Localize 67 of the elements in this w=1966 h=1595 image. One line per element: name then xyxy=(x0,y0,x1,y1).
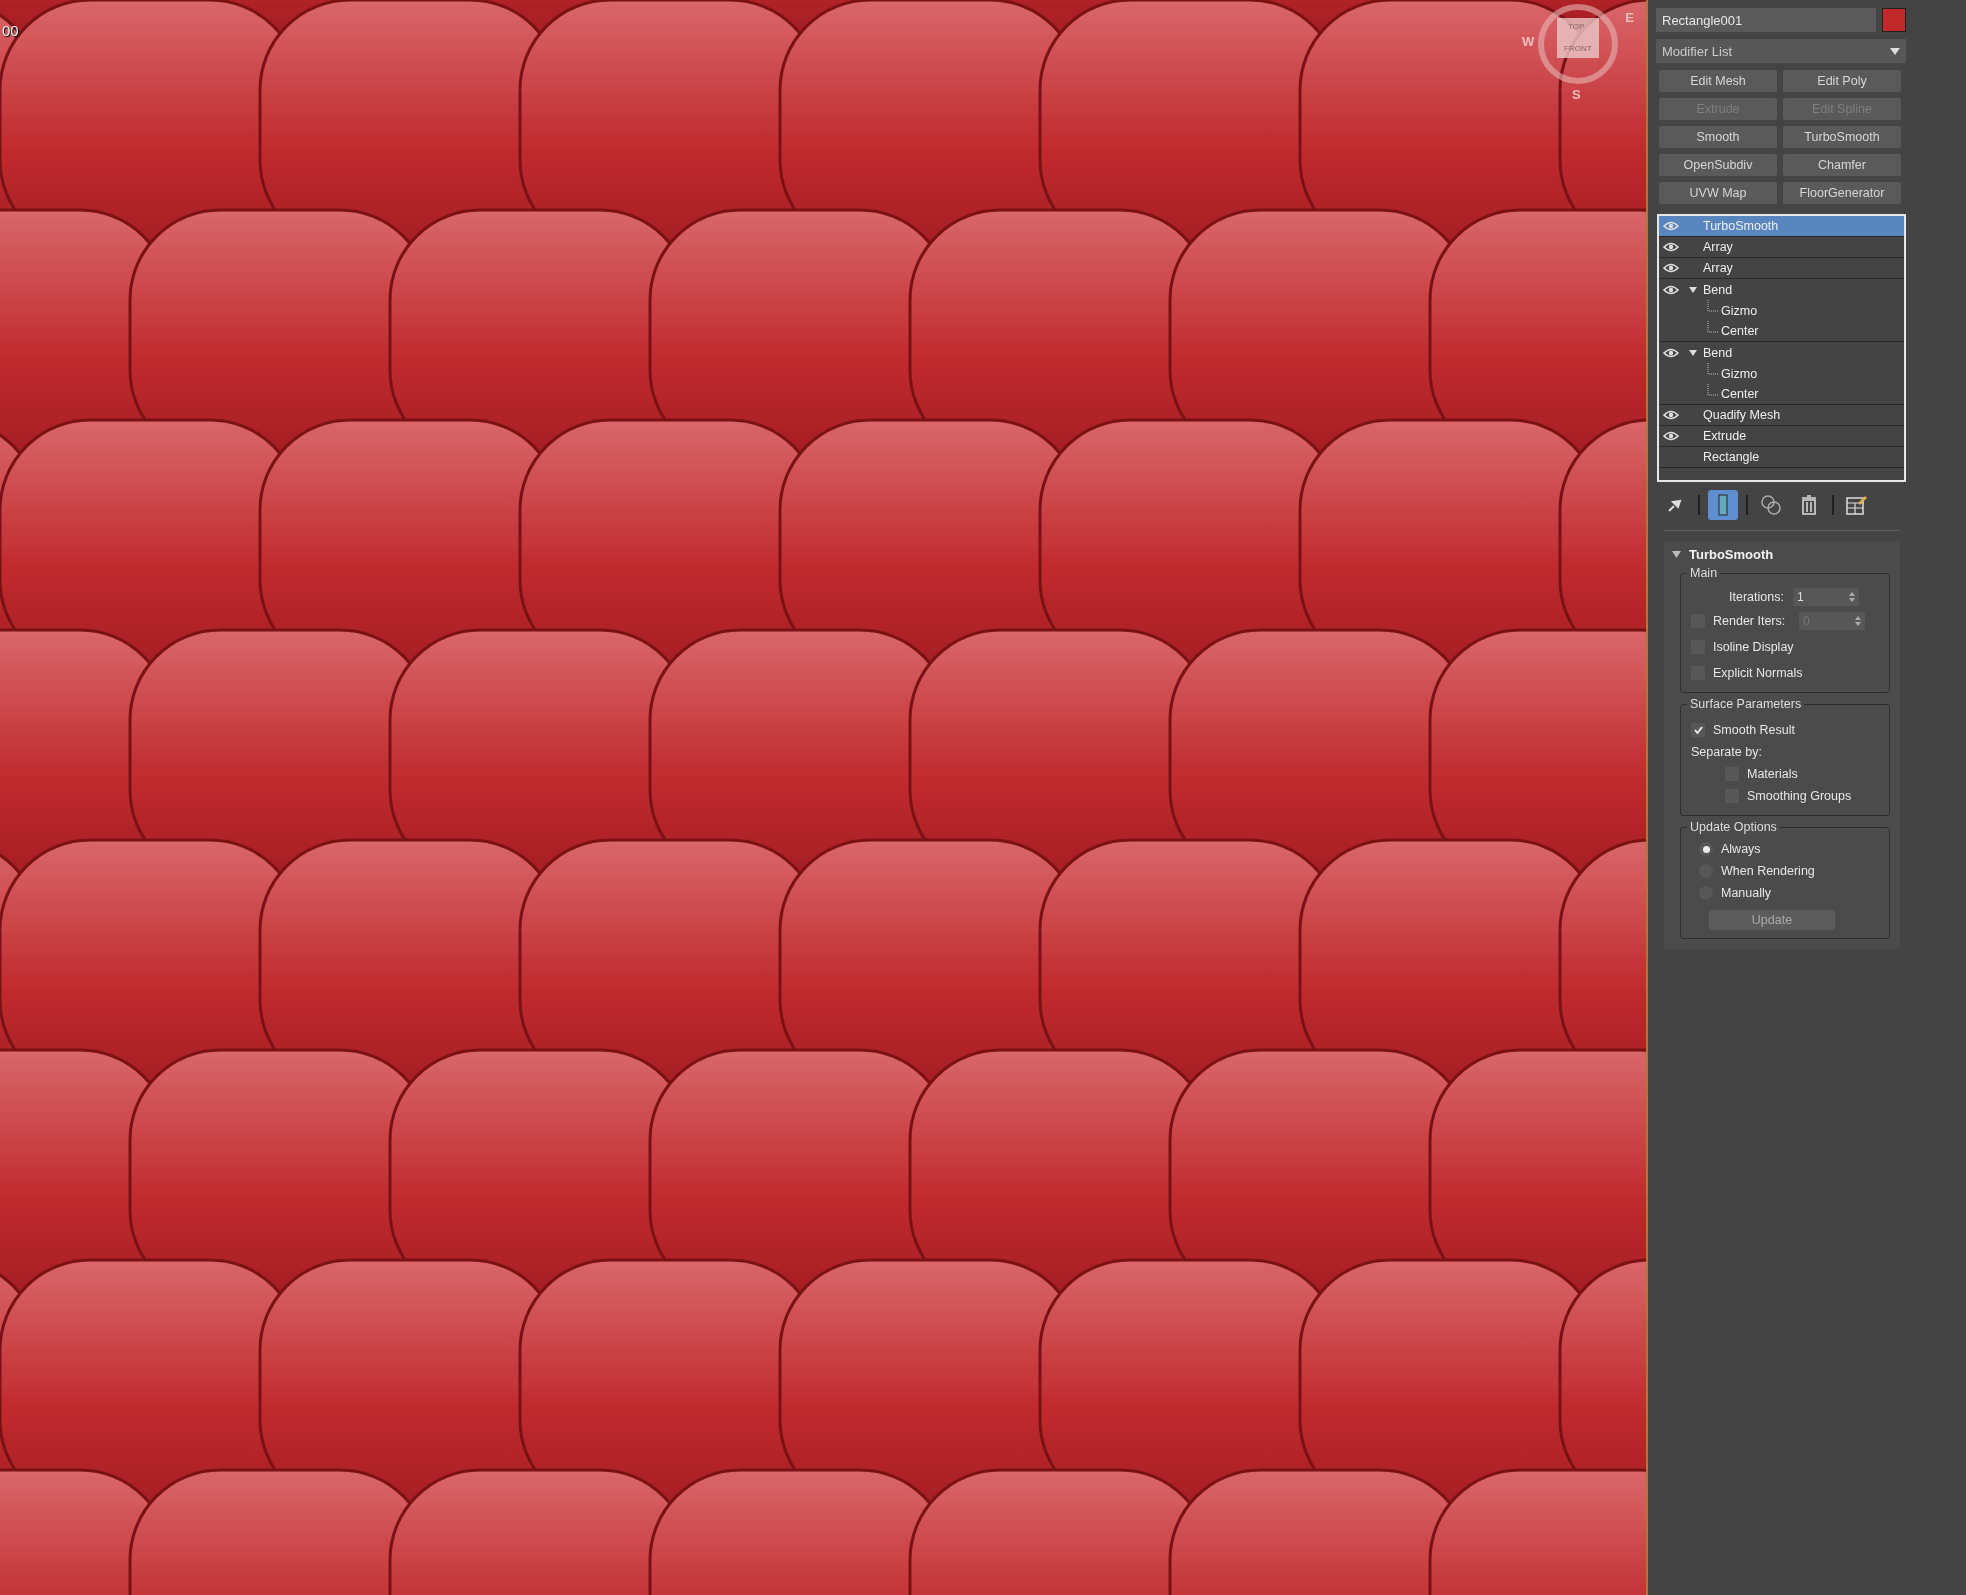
group-title: Main xyxy=(1689,566,1719,580)
stack-sub-row[interactable]: Center xyxy=(1659,321,1904,342)
modifier-button[interactable]: OpenSubdiv xyxy=(1659,154,1777,176)
checkbox-label: Materials xyxy=(1747,767,1798,781)
cube-face-label: FRONT xyxy=(1564,44,1592,53)
field-label: Iterations: xyxy=(1729,590,1785,604)
tree-connector xyxy=(1707,300,1719,312)
caret-icon xyxy=(1890,47,1900,55)
stack-sub-row[interactable]: Gizmo xyxy=(1659,300,1904,321)
collapse-triangle-icon[interactable] xyxy=(1672,550,1681,559)
stack-row[interactable]: Extrude xyxy=(1659,426,1904,447)
stack-row[interactable]: Array xyxy=(1659,237,1904,258)
group-title: Surface Parameters xyxy=(1689,697,1803,711)
modifier-list-dropdown[interactable]: Modifier List xyxy=(1656,39,1906,63)
checkmark-icon xyxy=(1693,726,1703,734)
stack-row[interactable]: Bend xyxy=(1659,279,1904,300)
stack-sub-row[interactable]: Gizmo xyxy=(1659,363,1904,384)
spinner-field[interactable]: 1 xyxy=(1793,588,1859,606)
modifier-button[interactable]: Edit Poly xyxy=(1783,70,1901,92)
eye-icon[interactable] xyxy=(1663,242,1679,252)
stack-row[interactable]: Bend xyxy=(1659,342,1904,363)
checkbox-label: Explicit Normals xyxy=(1713,666,1803,680)
stack-row[interactable]: Array xyxy=(1659,258,1904,279)
eye-icon[interactable] xyxy=(1663,263,1679,273)
trash-icon xyxy=(1801,495,1817,515)
compass-label: S xyxy=(1572,87,1581,102)
configure-icon xyxy=(1846,495,1868,515)
checkbox-label: Smoothing Groups xyxy=(1747,789,1852,803)
spheres-icon xyxy=(1760,494,1782,516)
viewport-stats-text: 00 xyxy=(2,22,19,39)
modifier-button[interactable]: UVW Map xyxy=(1659,182,1777,204)
compass-label: W xyxy=(1522,34,1535,49)
object-name-field[interactable]: Rectangle001 xyxy=(1656,8,1876,32)
tree-connector xyxy=(1707,321,1719,333)
tree-connector xyxy=(1707,384,1719,396)
eye-icon[interactable] xyxy=(1663,347,1679,358)
radio-label: Manually xyxy=(1721,886,1772,900)
expand-triangle-icon[interactable] xyxy=(1689,285,1697,294)
expand-triangle-icon[interactable] xyxy=(1689,348,1697,357)
group-title: Update Options xyxy=(1689,820,1778,834)
field-label: Render Iters: xyxy=(1713,614,1787,628)
radio-label: When Rendering xyxy=(1721,864,1815,878)
stack-row[interactable]: Rectangle xyxy=(1659,447,1904,468)
stack-sub-row[interactable]: Center xyxy=(1659,384,1904,405)
eye-icon[interactable] xyxy=(1663,410,1679,420)
eye-icon[interactable] xyxy=(1663,431,1679,441)
eye-icon[interactable] xyxy=(1663,284,1679,295)
modifier-button[interactable]: TurboSmooth xyxy=(1783,126,1901,148)
rollout-header[interactable]: TurboSmooth xyxy=(1664,547,1782,562)
modifier-button[interactable]: Edit Mesh xyxy=(1659,70,1777,92)
radio-label: Always xyxy=(1721,842,1761,856)
radio-button[interactable] xyxy=(1699,842,1713,856)
modifier-button[interactable]: Smooth xyxy=(1659,126,1777,148)
checkbox[interactable] xyxy=(1691,723,1705,737)
spinner-arrows-icon[interactable] xyxy=(1849,592,1855,602)
compass-label: E xyxy=(1625,10,1634,25)
checkbox-label: Smooth Result xyxy=(1713,723,1795,737)
modifier-button[interactable]: Chamfer xyxy=(1783,154,1901,176)
checkbox-label: Isoline Display xyxy=(1713,640,1794,654)
modifier-button[interactable]: FloorGenerator xyxy=(1783,182,1901,204)
cube-face-label: TOP xyxy=(1568,22,1585,31)
stack-row[interactable]: Quadify Mesh xyxy=(1659,405,1904,426)
pillar-icon xyxy=(1717,494,1729,516)
stack-row[interactable]: TurboSmooth xyxy=(1659,216,1904,237)
object-color-swatch[interactable] xyxy=(1882,8,1906,32)
tree-connector xyxy=(1707,363,1719,375)
section-label: Separate by: xyxy=(1691,745,1762,759)
